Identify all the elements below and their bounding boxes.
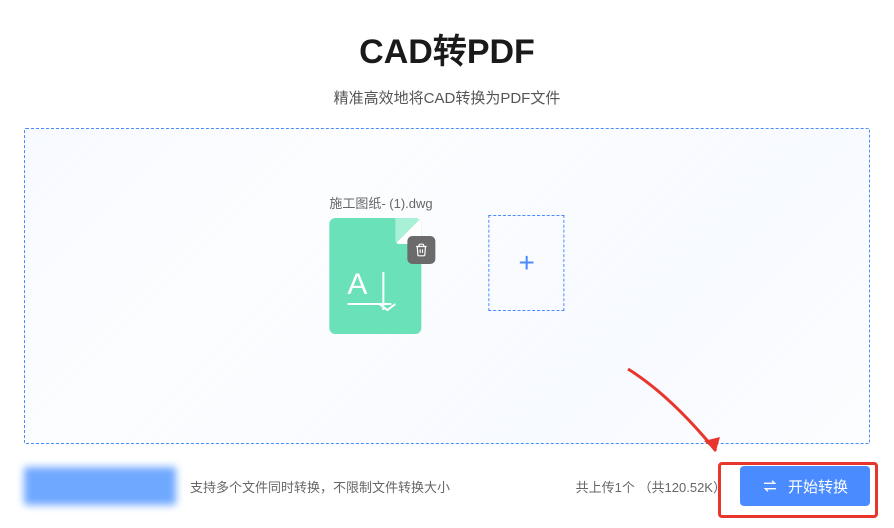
support-text: 支持多个文件同时转换，不限制文件转换大小 xyxy=(190,477,450,496)
delete-file-button[interactable] xyxy=(407,236,435,264)
promo-badge[interactable] xyxy=(24,467,176,505)
file-name-label: 施工图纸- (1).dwg xyxy=(329,193,432,212)
file-drop-area[interactable]: 施工图纸- (1).dwg A xyxy=(24,128,870,444)
cad-file-icon: A xyxy=(347,264,401,312)
page-title: CAD转PDF xyxy=(0,24,894,73)
svg-text:A: A xyxy=(347,268,367,301)
add-file-button[interactable]: + xyxy=(489,215,565,311)
swap-icon xyxy=(762,479,778,493)
convert-button-label: 开始转换 xyxy=(788,476,848,497)
upload-stats: 共上传1个 （共120.52K） xyxy=(576,477,726,496)
start-convert-button[interactable]: 开始转换 xyxy=(740,466,870,506)
file-item: 施工图纸- (1).dwg A xyxy=(329,193,432,334)
file-thumbnail[interactable]: A xyxy=(329,218,421,334)
plus-icon: + xyxy=(518,249,534,277)
trash-icon xyxy=(414,243,428,257)
page-subtitle: 精准高效地将CAD转换为PDF文件 xyxy=(0,87,894,108)
